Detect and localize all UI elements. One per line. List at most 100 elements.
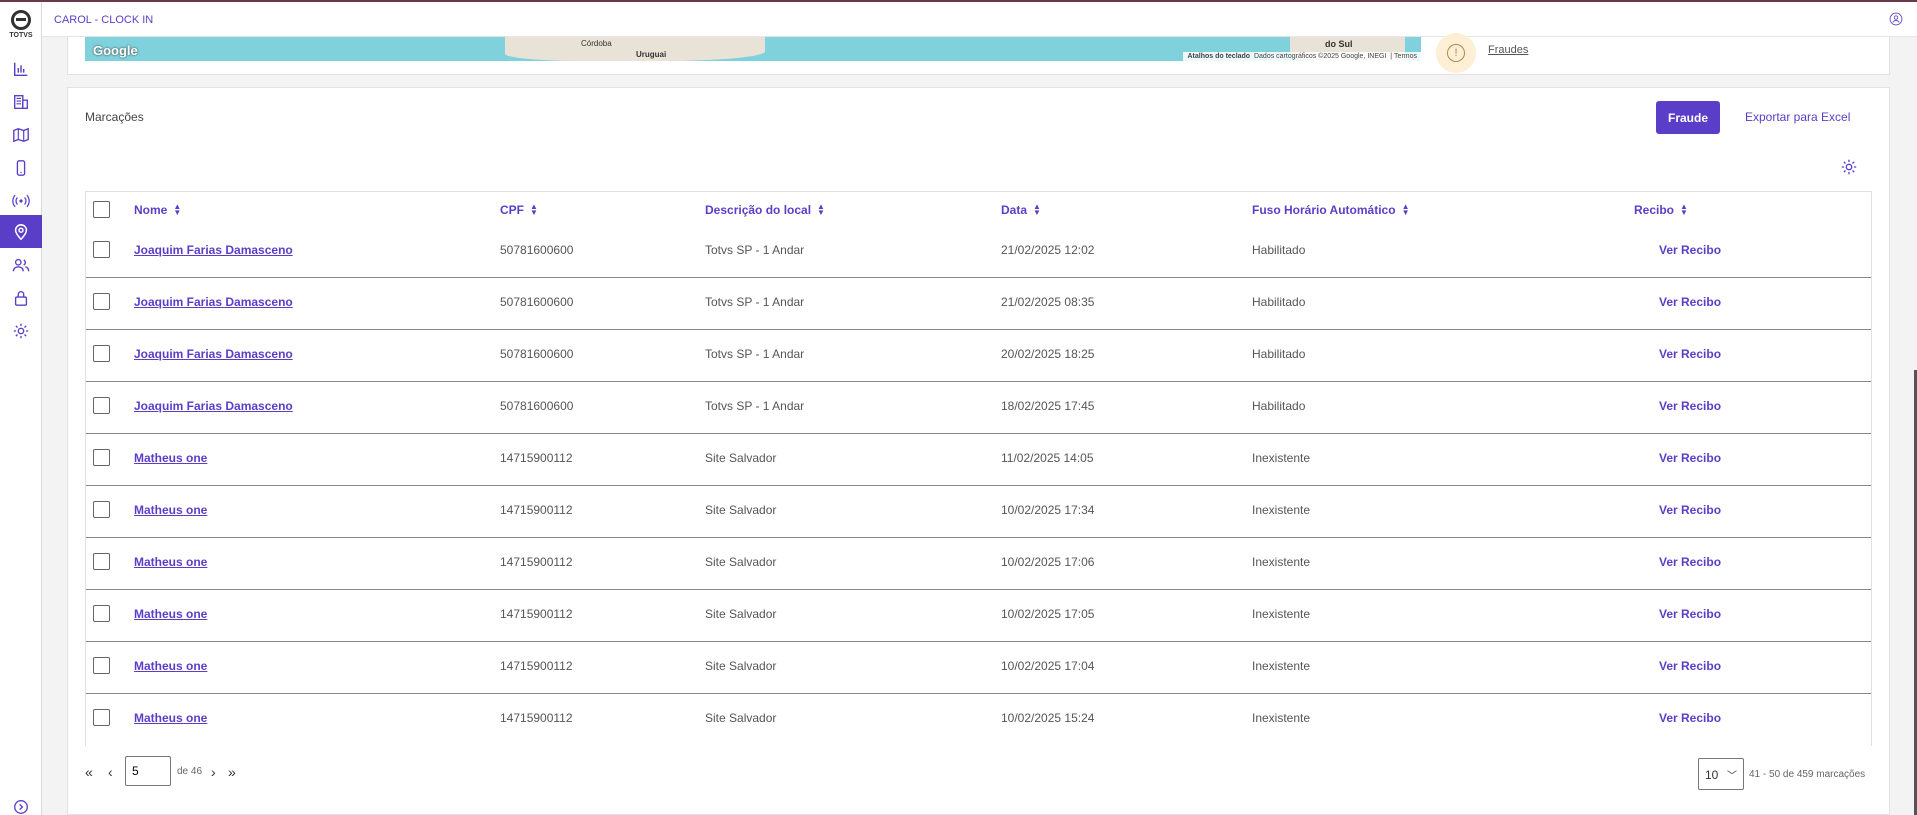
cell-nome[interactable]: Matheus one	[134, 451, 207, 465]
sidebar-item-security[interactable]	[0, 281, 42, 314]
map-icon	[13, 127, 29, 142]
ver-recibo-link[interactable]: Ver Recibo	[1659, 555, 1721, 569]
cell-cpf: 50781600600	[500, 243, 574, 257]
pagination: « ‹ de 46 › »	[85, 756, 285, 786]
keyboard-shortcuts-link[interactable]: Atalhos do teclado	[1187, 53, 1250, 60]
column-header-fuso[interactable]: Fuso Horário Automático ▲ ▼	[1252, 203, 1409, 218]
column-header-nome[interactable]: Nome ▲ ▼	[134, 202, 182, 218]
map-city-label: Córdoba	[581, 39, 612, 48]
sidebar-item-users[interactable]	[0, 248, 42, 281]
first-page-icon[interactable]: «	[85, 764, 93, 780]
row-checkbox[interactable]	[93, 345, 110, 362]
expand-arrow-icon	[14, 800, 28, 814]
cell-local: Totvs SP - 1 Andar	[705, 295, 805, 309]
marcacoes-table: Nome ▲ ▼ CPF ▲ ▼ Descrição do local ▲ ▼ Data ▲ ▼…	[85, 191, 1872, 746]
table-row: Joaquim Farias Damasceno 50781600600 Totvs…	[86, 278, 1871, 330]
next-page-icon[interactable]: ›	[211, 764, 216, 780]
column-header-recibo[interactable]: Recibo ▲ ▼	[1634, 202, 1688, 218]
select-all-checkbox[interactable]	[93, 201, 110, 218]
cell-nome[interactable]: Joaquim Farias Damasceno	[134, 295, 293, 309]
ver-recibo-link[interactable]: Ver Recibo	[1659, 243, 1721, 257]
cell-cpf: 14715900112	[500, 659, 573, 673]
cell-nome[interactable]: Matheus one	[134, 659, 207, 673]
fraude-button[interactable]: Fraude	[1656, 101, 1720, 134]
row-checkbox[interactable]	[93, 241, 110, 258]
ver-recibo-link[interactable]: Ver Recibo	[1659, 711, 1721, 725]
column-label: Recibo	[1634, 203, 1675, 217]
sidebar-item-settings[interactable]	[0, 314, 42, 347]
last-page-icon[interactable]: »	[228, 764, 236, 780]
ver-recibo-link[interactable]: Ver Recibo	[1659, 503, 1721, 517]
sidebar-item-dashboard[interactable]	[0, 52, 42, 85]
ver-recibo-link[interactable]: Ver Recibo	[1659, 347, 1721, 361]
column-label: Nome	[134, 203, 168, 217]
page-number-input[interactable]	[125, 756, 171, 786]
sidebar-item-map[interactable]	[0, 118, 42, 151]
cell-nome[interactable]: Matheus one	[134, 607, 207, 621]
map-terms-link[interactable]: Termos	[1394, 53, 1417, 60]
logo[interactable]: TOTVS	[0, 10, 42, 39]
cell-nome[interactable]: Matheus one	[134, 503, 207, 517]
column-header-cpf[interactable]: CPF ▲ ▼	[500, 203, 538, 218]
column-header-data[interactable]: Data ▲ ▼	[1001, 203, 1041, 218]
table-settings-gear-icon[interactable]	[1840, 158, 1858, 176]
row-checkbox[interactable]	[93, 449, 110, 466]
sidebar-item-companies[interactable]	[0, 85, 42, 118]
cell-nome[interactable]: Matheus one	[134, 555, 207, 569]
ver-recibo-link[interactable]: Ver Recibo	[1659, 295, 1721, 309]
user-icon[interactable]	[1889, 12, 1903, 26]
table-row: Joaquim Farias Damasceno 50781600600 Totvs…	[86, 330, 1871, 382]
table-header: Nome ▲ ▼ CPF ▲ ▼ Descrição do local ▲ ▼ Data ▲ ▼…	[86, 191, 1871, 226]
sort-icon: ▲ ▼	[1680, 202, 1688, 217]
cell-nome[interactable]: Joaquim Farias Damasceno	[134, 347, 293, 361]
section-title: Marcações	[85, 110, 144, 124]
lock-icon	[14, 290, 28, 306]
sidebar-item-locations[interactable]	[0, 215, 42, 248]
cell-fuso: Inexistente	[1252, 659, 1311, 673]
sidebar-item-devices[interactable]	[0, 151, 42, 184]
column-label: CPF	[500, 203, 524, 217]
row-checkbox[interactable]	[93, 657, 110, 674]
sidebar-expand-button[interactable]	[0, 797, 42, 815]
cell-data: 10/02/2025 17:06	[1001, 555, 1095, 569]
map-city-label: Uruguai	[636, 50, 667, 59]
cell-nome[interactable]: Joaquim Farias Damasceno	[134, 243, 293, 257]
table-row: Matheus one 14715900112 Site Salvador 10/02…	[86, 694, 1871, 746]
sort-icon: ▲ ▼	[173, 202, 182, 217]
ver-recibo-link[interactable]: Ver Recibo	[1659, 451, 1721, 465]
cell-fuso: Inexistente	[1252, 503, 1311, 517]
map-view[interactable]: Córdoba Uruguai do Sul Google Atalhos do…	[85, 37, 1421, 61]
export-excel-button[interactable]: Exportar para Excel	[1745, 110, 1850, 124]
cell-local: Site Salvador	[705, 503, 777, 517]
table-body: Joaquim Farias Damasceno 50781600600 Totvs…	[86, 226, 1871, 746]
previous-page-icon[interactable]: ‹	[108, 764, 113, 780]
cell-data: 11/02/2025 14:05	[1001, 451, 1094, 465]
row-checkbox[interactable]	[93, 397, 110, 414]
cell-data: 21/02/2025 12:02	[1001, 243, 1095, 257]
ver-recibo-link[interactable]: Ver Recibo	[1659, 659, 1721, 673]
sidebar-item-signal[interactable]	[0, 184, 42, 217]
ver-recibo-link[interactable]: Ver Recibo	[1659, 607, 1721, 621]
table-row: Matheus one 14715900112 Site Salvador 10/02…	[86, 538, 1871, 590]
row-checkbox[interactable]	[93, 501, 110, 518]
cell-data: 10/02/2025 17:34	[1001, 503, 1095, 517]
ver-recibo-link[interactable]: Ver Recibo	[1659, 399, 1721, 413]
row-checkbox[interactable]	[93, 293, 110, 310]
map-attribution: Atalhos do teclado Dados cartográficos ©…	[1183, 52, 1421, 61]
cell-nome[interactable]: Joaquim Farias Damasceno	[134, 399, 293, 413]
table-row: Joaquim Farias Damasceno 50781600600 Totvs…	[86, 226, 1871, 278]
cell-data: 20/02/2025 18:25	[1001, 347, 1095, 361]
per-page-select[interactable]: 10 ﹀	[1698, 758, 1744, 790]
cell-fuso: Inexistente	[1252, 555, 1311, 569]
table-row: Matheus one 14715900112 Site Salvador 11/02…	[86, 434, 1871, 486]
cell-cpf: 14715900112	[500, 451, 573, 465]
row-checkbox[interactable]	[93, 553, 110, 570]
column-header-local[interactable]: Descrição do local ▲ ▼	[705, 203, 825, 218]
column-label: Descrição do local	[705, 203, 812, 217]
fraud-link[interactable]: Fraudes	[1488, 44, 1528, 56]
row-checkbox[interactable]	[93, 709, 110, 726]
row-checkbox[interactable]	[93, 605, 110, 622]
pagination-range: 41 - 50 de 459 marcações	[1749, 769, 1866, 780]
column-label: Data	[1001, 203, 1028, 217]
cell-nome[interactable]: Matheus one	[134, 711, 207, 725]
